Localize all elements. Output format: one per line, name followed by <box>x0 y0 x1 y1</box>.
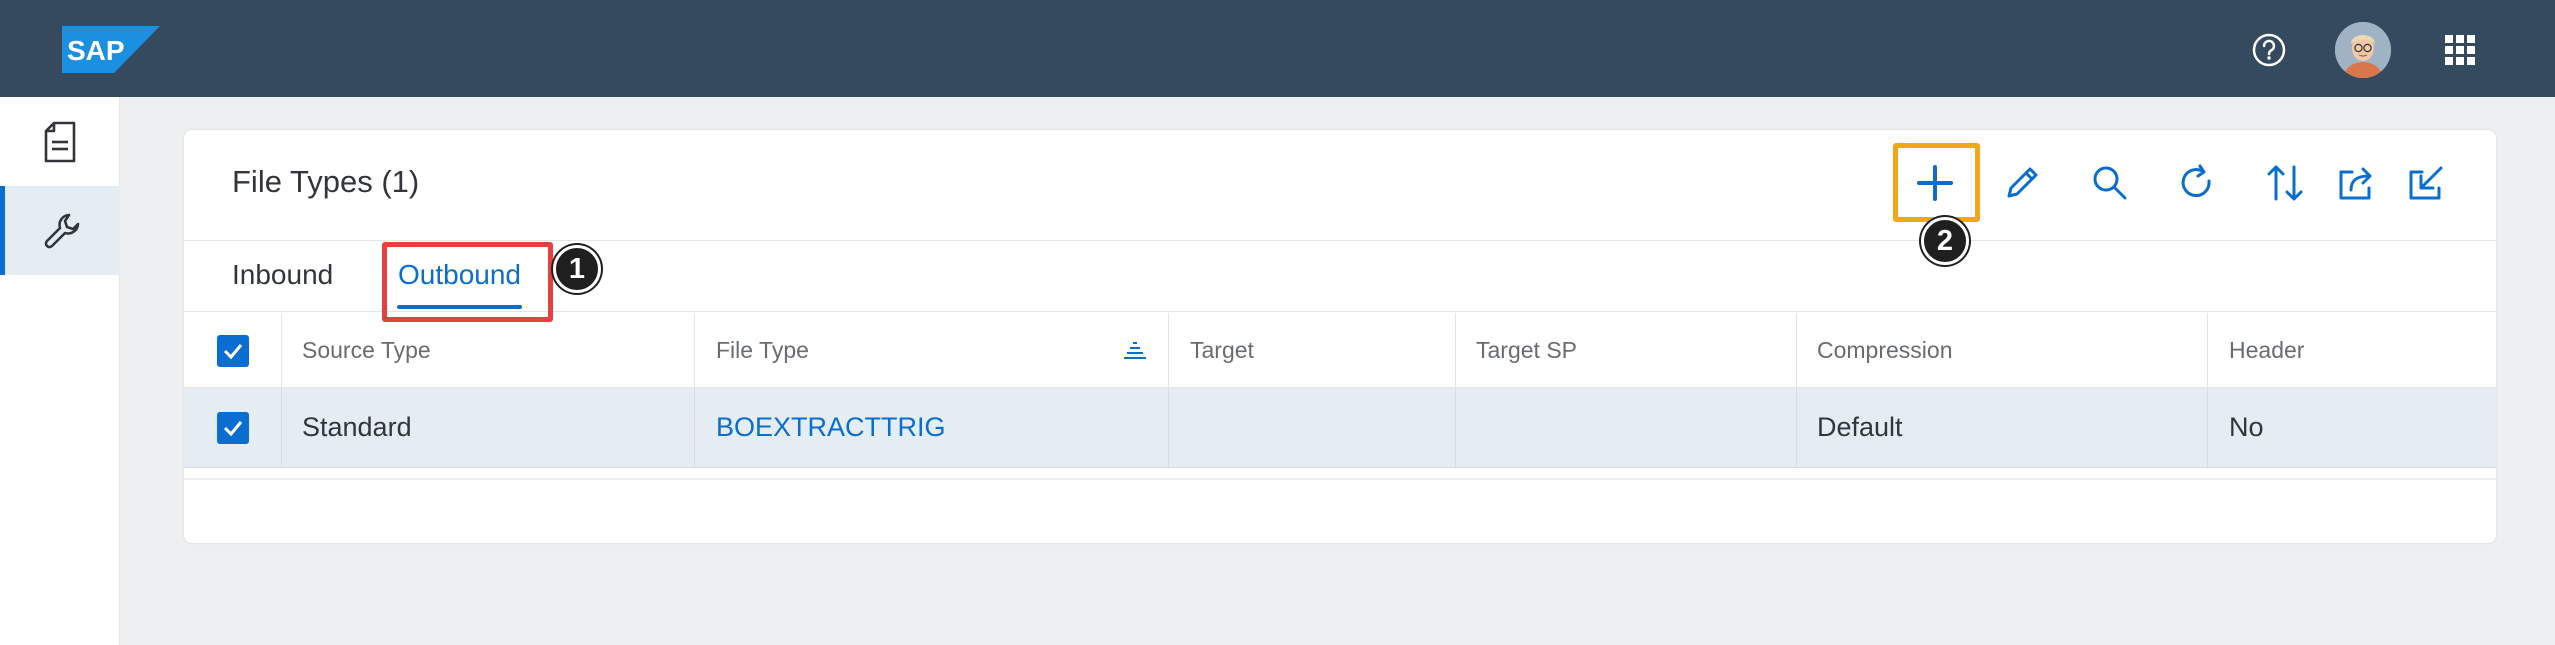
column-header-compression[interactable]: Compression <box>1817 313 1953 387</box>
shell-header: SAP <box>0 0 2555 97</box>
search-button[interactable] <box>2077 150 2143 216</box>
sort-icon <box>2267 165 2303 201</box>
sort-button[interactable] <box>2252 150 2318 216</box>
checkmark-icon <box>223 344 243 360</box>
side-navigation <box>0 97 120 645</box>
table-row[interactable]: Standard BOEXTRACTTRIG Default No <box>184 388 2496 468</box>
import-icon <box>2409 166 2443 200</box>
help-icon[interactable] <box>2245 26 2293 74</box>
document-icon <box>44 121 76 162</box>
nav-item-documents[interactable] <box>0 97 120 186</box>
column-header-header[interactable]: Header <box>2229 313 2304 387</box>
tab-inbound[interactable]: Inbound <box>232 259 333 291</box>
file-types-card: File Types (1) Inbound Outbound Source T… <box>184 130 2496 543</box>
pencil-icon <box>2007 167 2038 198</box>
refresh-button[interactable] <box>2164 150 2230 216</box>
search-icon <box>2093 166 2127 200</box>
cell-file-type-link[interactable]: BOEXTRACTTRIG <box>716 388 946 467</box>
wrench-icon <box>44 213 79 248</box>
column-header-file-type[interactable]: File Type <box>716 313 809 387</box>
import-button[interactable] <box>2394 150 2460 216</box>
refresh-icon <box>2181 164 2211 198</box>
app-grid-icon[interactable] <box>2436 26 2484 74</box>
column-header-source-type[interactable]: Source Type <box>302 313 431 387</box>
export-icon <box>2339 167 2372 200</box>
checkmark-icon <box>223 421 243 437</box>
card-title: File Types (1) <box>232 164 420 199</box>
table-footer-divider <box>184 478 2496 480</box>
user-avatar[interactable] <box>2335 22 2391 78</box>
highlight-outbound-tab <box>382 242 553 322</box>
table-header: Source Type File Type Target Target SP C… <box>184 313 2496 388</box>
export-button[interactable] <box>2324 150 2390 216</box>
cell-compression: Default <box>1817 412 1903 442</box>
select-all-checkbox[interactable] <box>217 335 249 367</box>
step-badge-1: 1 <box>553 245 601 293</box>
logo-text: SAP <box>67 35 125 66</box>
step-badge-2: 2 <box>1921 217 1969 265</box>
sap-logo[interactable]: SAP <box>62 26 160 73</box>
column-header-target[interactable]: Target <box>1190 313 1254 387</box>
edit-button[interactable] <box>1989 150 2055 216</box>
row-checkbox[interactable] <box>217 412 249 444</box>
column-header-target-sp[interactable]: Target SP <box>1476 313 1577 387</box>
nav-item-configuration[interactable] <box>0 186 120 275</box>
highlight-add-button <box>1893 143 1980 222</box>
sort-ascending-icon[interactable] <box>1122 313 1148 387</box>
cell-header: No <box>2229 412 2264 442</box>
cell-source-type: Standard <box>302 412 412 442</box>
